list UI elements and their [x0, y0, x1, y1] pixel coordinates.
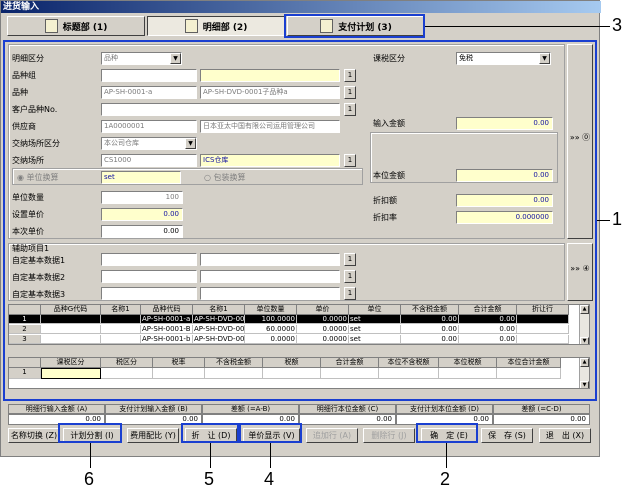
callout-box-1: [3, 40, 597, 401]
callout-line-5: [210, 443, 211, 468]
document-icon: [184, 19, 198, 33]
callout-number-3: 3: [612, 15, 623, 35]
total-header: 差额 (=A-B): [202, 404, 299, 414]
callout-number-2: 2: [440, 469, 451, 489]
name-switch-button[interactable]: 名称切换 (Z): [8, 428, 60, 443]
callout-box-3: [284, 14, 425, 38]
callout-line-6: [90, 443, 91, 468]
callout-box-4: [239, 423, 302, 443]
tab-header-label: 标题部 (1): [62, 22, 108, 33]
callout-line-3: [425, 26, 610, 27]
callout-number-5: 5: [204, 469, 215, 489]
callout-line-1: [597, 220, 610, 221]
screenshot-root: 进货输入 标题部 (1) 明细部 (2) 支付计划 (3) 明细区分 品种 ▼ 品…: [0, 0, 628, 494]
callout-box-5: [181, 423, 239, 443]
document-icon: [44, 19, 58, 33]
save-button[interactable]: 保 存 (S): [481, 428, 533, 443]
callout-box-2: [416, 423, 478, 443]
callout-box-6: [58, 423, 122, 443]
callout-number-6: 6: [84, 469, 95, 489]
total-header: 差额 (=C-D): [493, 404, 590, 414]
total-header: 支付计划输入金额 (B): [105, 404, 202, 414]
tab-detail[interactable]: 明细部 (2): [147, 16, 285, 36]
total-value: 0.00: [493, 414, 590, 425]
tab-header[interactable]: 标题部 (1): [7, 16, 145, 36]
total-value: 0.00: [299, 414, 396, 425]
callout-line-2: [446, 443, 447, 468]
delete-row-button[interactable]: 删除行 (J): [363, 428, 415, 443]
window-title: 进货输入: [1, 1, 601, 13]
cost-alloc-button[interactable]: 费用配比 (Y): [127, 428, 179, 443]
add-row-button[interactable]: 追加行 (A): [306, 428, 358, 443]
total-header: 支付计划本位金额 (D): [396, 404, 493, 414]
tab-detail-label: 明细部 (2): [202, 22, 248, 33]
total-header: 明细行本位金额 (C): [299, 404, 396, 414]
callout-line-4: [270, 443, 271, 468]
exit-button[interactable]: 退 出 (X): [539, 428, 591, 443]
callout-number-4: 4: [264, 469, 275, 489]
callout-number-1: 1: [612, 209, 623, 229]
total-header: 明细行输入金额 (A): [8, 404, 105, 414]
